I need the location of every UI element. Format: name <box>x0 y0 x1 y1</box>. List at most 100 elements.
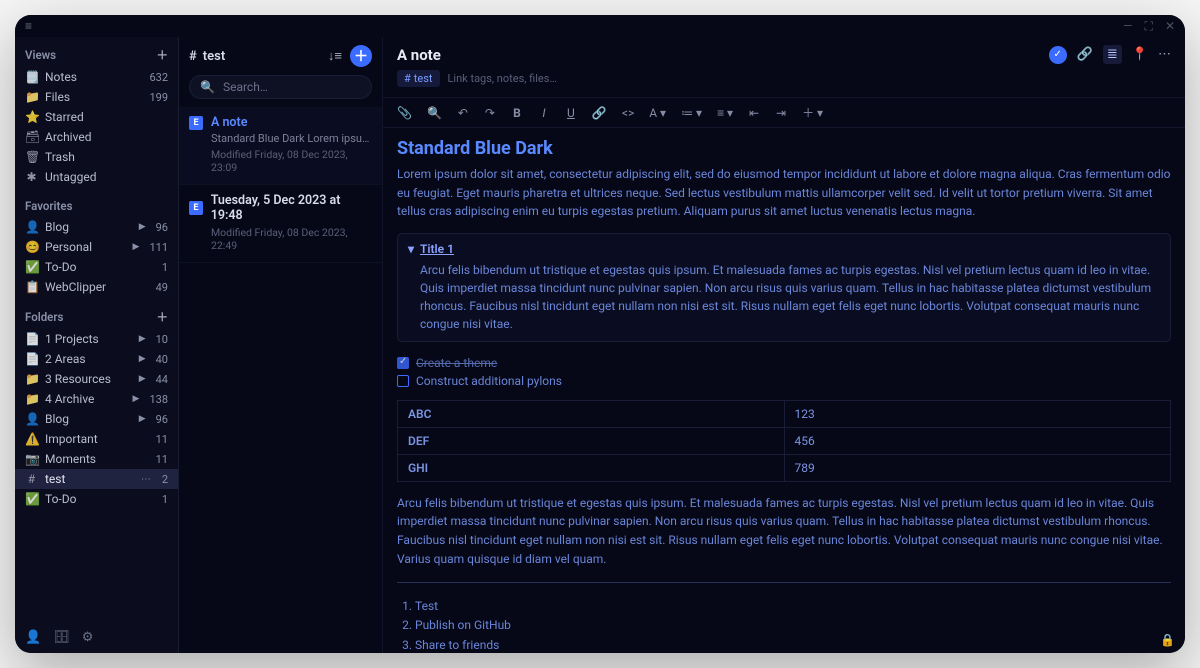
search-input[interactable]: 🔍 Search… <box>189 75 372 99</box>
reader-view-icon[interactable]: ≣ <box>1103 45 1122 64</box>
todo-item[interactable]: Create a theme <box>397 356 1171 370</box>
tb-undo-icon[interactable]: ↶ <box>457 106 469 120</box>
collapsible-block: ▾ Title 1 Arcu felis bibendum ut tristiq… <box>397 233 1171 342</box>
sidebar-item-label: To-Do <box>45 260 155 274</box>
list-item[interactable]: Publish on GitHub <box>415 616 1171 635</box>
hamburger-icon[interactable]: ≡ <box>25 19 32 33</box>
sidebar-item-important[interactable]: ⚠️Important11 <box>15 429 178 449</box>
doc-intro[interactable]: Lorem ipsum dolor sit amet, consectetur … <box>397 165 1171 221</box>
table-row[interactable]: DEF456 <box>398 427 1171 454</box>
folders-add-icon[interactable]: ＋ <box>157 309 169 325</box>
table-cell-key[interactable]: GHI <box>398 454 785 481</box>
checkbox[interactable] <box>397 357 409 369</box>
minimize-icon[interactable]: — <box>1123 19 1132 33</box>
views-add-icon[interactable]: ＋ <box>157 47 169 63</box>
sidebar-item-4-archive[interactable]: 📁4 Archive▶138 <box>15 389 178 409</box>
collapsible-toggle[interactable]: ▾ Title 1 <box>408 242 1160 256</box>
todo-item[interactable]: Construct additional pylons <box>397 374 1171 388</box>
sidebar-item-webclipper[interactable]: 📋WebClipper49 <box>15 277 178 297</box>
table-row[interactable]: ABC123 <box>398 400 1171 427</box>
tb-outdent-icon[interactable]: ⇤ <box>748 106 760 120</box>
maximize-icon[interactable]: ⛶ <box>1145 19 1153 34</box>
sidebar-item-trash[interactable]: 🗑Trash <box>15 147 178 167</box>
sidebar-item-label: Trash <box>45 150 168 164</box>
sidebar-item-more-icon[interactable]: ⋯ <box>141 474 151 485</box>
data-table[interactable]: ABC123DEF456GHI789 <box>397 400 1171 482</box>
chevron-right-icon[interactable]: ▶ <box>139 354 146 364</box>
checkbox[interactable] <box>397 375 409 387</box>
link-icon[interactable]: 🔗 <box>1077 47 1093 62</box>
chevron-right-icon[interactable]: ▶ <box>133 242 140 252</box>
note-list-item[interactable]: ETuesday, 5 Dec 2023 at 19:48Modified Fr… <box>179 185 382 263</box>
chevron-right-icon[interactable]: ▶ <box>139 222 146 232</box>
sidebar-item-count: 1 <box>162 493 168 506</box>
chevron-right-icon[interactable]: ▶ <box>133 394 140 404</box>
tb-indent-icon[interactable]: ⇥ <box>775 106 787 120</box>
sidebar-item-files[interactable]: 📁Files199 <box>15 87 178 107</box>
doc-heading[interactable]: Standard Blue Dark <box>397 138 1171 159</box>
lock-icon[interactable]: 🔒 <box>1160 633 1175 647</box>
table-row[interactable]: GHI789 <box>398 454 1171 481</box>
settings-icon[interactable]: ⚙ <box>82 630 94 645</box>
section-folders-header: Folders <box>25 310 63 324</box>
tb-zoom-icon[interactable]: 🔍 <box>427 106 442 120</box>
sidebar-item-starred[interactable]: ⭐Starred <box>15 107 178 127</box>
tb-code-icon[interactable]: <> <box>622 106 634 120</box>
search-placeholder: Search… <box>223 80 268 94</box>
sidebar-item-1-projects[interactable]: 📄1 Projects▶10 <box>15 329 178 349</box>
table-cell-value[interactable]: 789 <box>784 454 1171 481</box>
pin-icon[interactable]: 📍 <box>1132 47 1148 62</box>
tags-placeholder[interactable]: Link tags, notes, files… <box>448 72 557 85</box>
user-icon[interactable]: 👤 <box>25 630 41 645</box>
tb-redo-icon[interactable]: ↷ <box>484 106 496 120</box>
tb-align-icon[interactable]: ≡ ▾ <box>717 106 733 120</box>
note-type-badge: E <box>189 116 203 130</box>
editor-note-title[interactable]: A note <box>397 46 441 64</box>
note-list-item[interactable]: EA noteStandard Blue Dark Lorem ipsum do… <box>179 107 382 185</box>
tb-list-icon[interactable]: ≔ ▾ <box>681 106 702 120</box>
chevron-right-icon[interactable]: ▶ <box>139 334 146 344</box>
close-icon[interactable]: ✕ <box>1165 19 1175 33</box>
list-item[interactable]: Share to friends <box>415 636 1171 653</box>
chevron-right-icon[interactable]: ▶ <box>139 374 146 384</box>
note-type-badge: E <box>189 201 203 215</box>
tb-italic[interactable]: I <box>538 106 550 120</box>
list-item[interactable]: Test <box>415 597 1171 616</box>
sidebar-item-personal[interactable]: 😊Personal▶111 <box>15 237 178 257</box>
table-cell-key[interactable]: DEF <box>398 427 785 454</box>
numbered-list[interactable]: TestPublish on GitHubShare to friends <box>397 597 1171 653</box>
sidebar-item-test[interactable]: #test⋯2 <box>15 469 178 489</box>
tb-bold[interactable]: B <box>511 106 523 120</box>
doc-para-2[interactable]: Arcu felis bibendum ut tristique et eges… <box>397 494 1171 568</box>
sidebar-item-archived[interactable]: 🗃Archived <box>15 127 178 147</box>
tb-underline[interactable]: U <box>565 106 577 120</box>
sidebar-item-label: Archived <box>45 130 168 144</box>
sidebar-item-notes[interactable]: 🗒️Notes632 <box>15 67 178 87</box>
sidebar-item-label: Moments <box>45 452 149 466</box>
more-icon[interactable]: ⋯ <box>1158 47 1171 62</box>
new-note-button[interactable]: ＋ <box>350 45 372 67</box>
sync-icon[interactable]: 🗄 <box>53 630 70 645</box>
sort-icon[interactable]: ↓≡ <box>328 48 342 64</box>
chevron-right-icon[interactable]: ▶ <box>139 414 146 424</box>
sidebar-item-to-do[interactable]: ✅To-Do1 <box>15 257 178 277</box>
tb-font[interactable]: A ▾ <box>649 106 666 120</box>
collapsible-body[interactable]: Arcu felis bibendum ut tristique et eges… <box>408 261 1160 333</box>
sidebar-item-2-areas[interactable]: 📄2 Areas▶40 <box>15 349 178 369</box>
sidebar-item-blog[interactable]: 👤Blog▶96 <box>15 217 178 237</box>
sidebar-item-3-resources[interactable]: 📁3 Resources▶44 <box>15 369 178 389</box>
sidebar-item-label: WebClipper <box>45 280 149 294</box>
sidebar-item-moments[interactable]: 📷Moments11 <box>15 449 178 469</box>
sidebar-item-icon: ⭐ <box>25 110 38 124</box>
note-tag[interactable]: # test <box>397 70 440 87</box>
table-cell-value[interactable]: 123 <box>784 400 1171 427</box>
sidebar-item-blog[interactable]: 👤Blog▶96 <box>15 409 178 429</box>
tb-link-icon[interactable]: 🔗 <box>592 106 607 120</box>
sidebar-item-to-do[interactable]: ✅To-Do1 <box>15 489 178 509</box>
tb-attach-icon[interactable]: 📎 <box>397 106 412 120</box>
sidebar-item-untagged[interactable]: ✱Untagged <box>15 167 178 187</box>
table-cell-value[interactable]: 456 <box>784 427 1171 454</box>
tb-insert-icon[interactable]: ＋ ▾ <box>802 104 823 121</box>
share-check-icon[interactable]: ✓ <box>1049 46 1067 64</box>
table-cell-key[interactable]: ABC <box>398 400 785 427</box>
